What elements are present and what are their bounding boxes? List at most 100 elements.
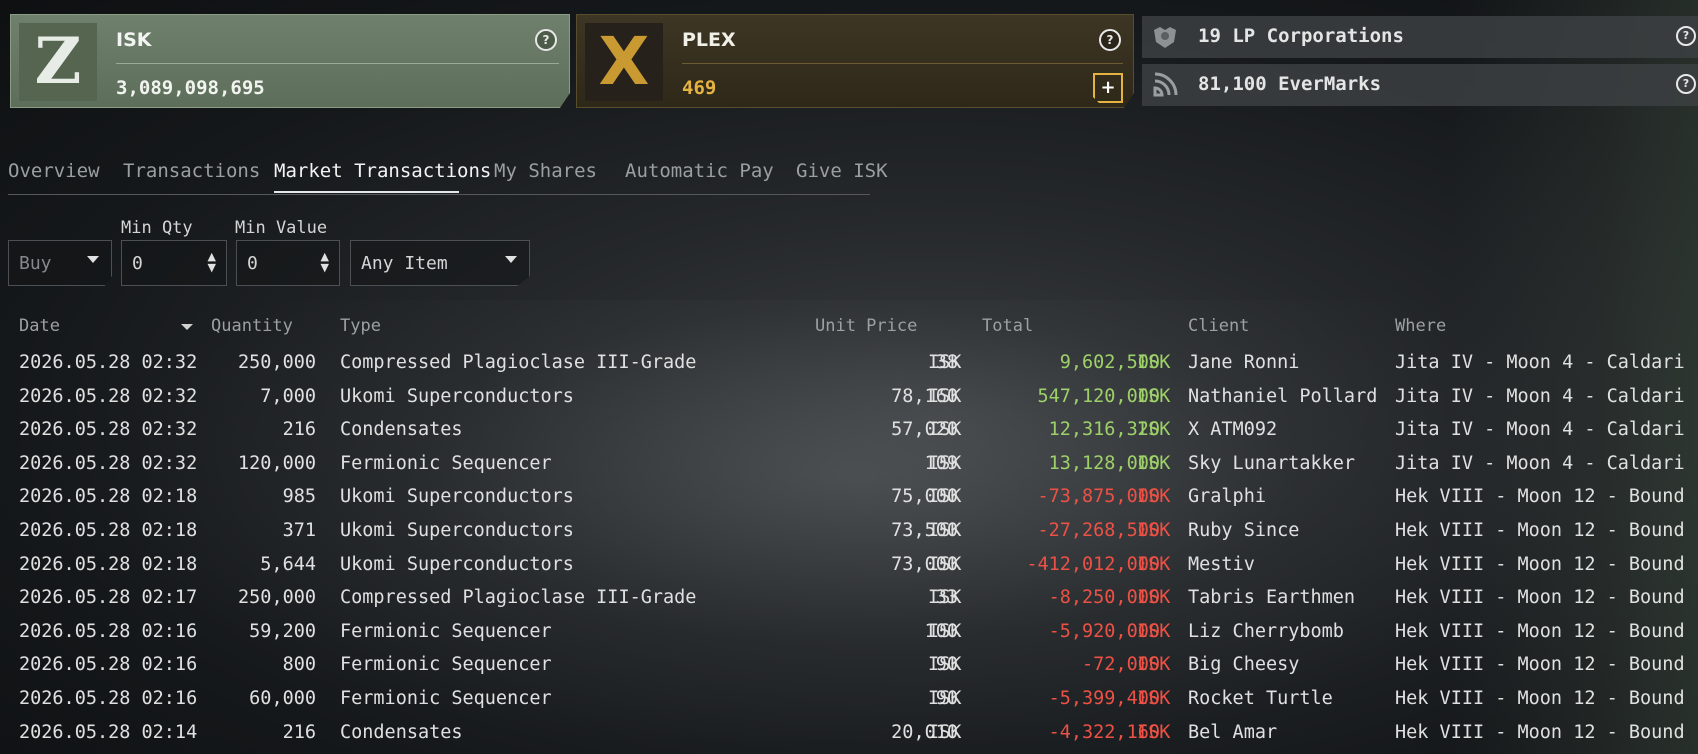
min-qty-label: Min Qty — [121, 218, 193, 238]
row-type: Fermionic Sequencer — [340, 452, 552, 474]
table-row[interactable]: 2026.05.28 02:32 120,000 Fermionic Sequenc… — [0, 449, 1698, 483]
table-row[interactable]: 2026.05.28 02:32 216 Condensates 57,020 ISK 1… — [0, 415, 1698, 449]
row-total-currency: ISK — [1137, 587, 1171, 609]
column-total[interactable]: Total — [982, 316, 1033, 336]
stepper-arrows-icon[interactable]: ▲ ▼ — [321, 251, 329, 273]
row-client: Mestiv — [1188, 553, 1255, 575]
plex-divider — [682, 63, 1123, 64]
row-unit-price-currency: ISK — [928, 352, 962, 373]
row-type: Condensates — [340, 721, 463, 743]
row-unit-price-currency: ISK — [928, 553, 962, 575]
row-quantity: 250,000 — [238, 352, 316, 373]
min-value-label: Min Value — [235, 218, 328, 238]
row-client: Tabris Earthmen — [1188, 587, 1356, 609]
row-date: 2026.05.28 02:32 — [19, 452, 198, 474]
row-unit-price-currency: ISK — [928, 620, 962, 642]
row-unit-price-currency: ISK — [928, 687, 962, 709]
isk-balance: 3,089,098,695 — [116, 77, 265, 99]
row-date: 2026.05.28 02:18 — [19, 553, 198, 575]
row-where: Hek VIII - Moon 12 - Boundles — [1395, 654, 1685, 676]
tab-overview[interactable]: Overview — [8, 160, 100, 182]
row-date: 2026.05.28 02:16 — [19, 687, 198, 709]
row-where: Jita IV - Moon 4 - Caldari Nav — [1395, 452, 1685, 474]
row-date: 2026.05.28 02:32 — [19, 385, 198, 407]
transactions-table-header: Date Quantity Type Unit Price Total Clie… — [0, 316, 1698, 346]
table-row[interactable]: 2026.05.28 02:18 371 Ukomi Superconductors… — [0, 516, 1698, 550]
evermarks-help-icon[interactable]: ? — [1676, 74, 1696, 94]
row-total-currency: ISK — [1137, 620, 1171, 642]
tab-market-transactions[interactable]: Market Transactions — [274, 160, 491, 182]
evermarks-label: 81,100 EverMarks — [1198, 73, 1382, 95]
row-unit-price-currency: ISK — [928, 519, 962, 541]
row-type: Fermionic Sequencer — [340, 654, 552, 676]
row-date: 2026.05.28 02:17 — [19, 587, 198, 609]
table-row[interactable]: 2026.05.28 02:32 7,000 Ukomi Superconducto… — [0, 382, 1698, 416]
row-where: Hek VIII - Moon 12 - Boundles — [1395, 721, 1685, 743]
plex-logo-icon: X — [585, 23, 663, 101]
row-quantity: 7,000 — [260, 385, 316, 407]
column-where[interactable]: Where — [1395, 316, 1446, 336]
table-row[interactable]: 2026.05.28 02:17 250,000 Compressed Plagio… — [0, 583, 1698, 617]
table-row[interactable]: 2026.05.28 02:16 60,000 Fermionic Sequence… — [0, 684, 1698, 718]
column-unit-price[interactable]: Unit Price — [815, 316, 917, 336]
row-where: Jita IV - Moon 4 - Caldari Nav — [1395, 419, 1685, 441]
lp-help-icon[interactable]: ? — [1676, 26, 1696, 46]
isk-label: ISK — [116, 29, 152, 51]
row-quantity: 985 — [282, 486, 316, 508]
plex-balance-panel: X PLEX 469 ? + — [576, 14, 1134, 108]
wallet-tabs: Overview Transactions Market Transaction… — [8, 160, 888, 195]
table-row[interactable]: 2026.05.28 02:18 5,644 Ukomi Superconducto… — [0, 550, 1698, 584]
row-client: Gralphi — [1188, 486, 1266, 508]
buy-sell-dropdown[interactable]: Buy — [8, 240, 112, 286]
active-tab-indicator — [274, 191, 459, 193]
row-unit-price-currency: ISK — [928, 419, 962, 441]
column-date[interactable]: Date — [19, 316, 60, 336]
row-total-currency: ISK — [1137, 519, 1171, 541]
row-quantity: 216 — [282, 721, 316, 743]
column-quantity[interactable]: Quantity — [211, 316, 293, 336]
table-row[interactable]: 2026.05.28 02:32 250,000 Compressed Plagio… — [0, 348, 1698, 382]
row-quantity: 60,000 — [249, 687, 316, 709]
min-qty-stepper[interactable]: 0 ▲ ▼ — [121, 240, 227, 286]
item-type-dropdown[interactable]: Any Item — [350, 240, 530, 286]
row-total-currency: ISK — [1137, 486, 1171, 508]
row-client: Jane Ronni — [1188, 352, 1300, 373]
table-row[interactable]: 2026.05.28 02:16 800 Fermionic Sequencer 90… — [0, 650, 1698, 684]
row-date: 2026.05.28 02:16 — [19, 620, 198, 642]
table-row[interactable]: 2026.05.28 02:14 216 Condensates 20,010 ISK -… — [0, 718, 1698, 752]
row-where: Hek VIII - Moon 12 - Boundles — [1395, 620, 1685, 642]
tab-transactions[interactable]: Transactions — [123, 160, 260, 182]
row-client: Nathaniel Pollard — [1188, 385, 1378, 407]
evermarks-row[interactable]: 81,100 EverMarks ? — [1142, 64, 1698, 106]
lp-corporations-row[interactable]: 19 LP Corporations ? — [1142, 16, 1698, 58]
isk-balance-panel: Z ISK 3,089,098,695 ? — [10, 14, 570, 108]
tab-my-shares[interactable]: My Shares — [494, 160, 597, 182]
isk-help-icon[interactable]: ? — [535, 29, 557, 51]
column-type[interactable]: Type — [340, 316, 381, 336]
tab-give-isk[interactable]: Give ISK — [796, 160, 888, 182]
table-row[interactable]: 2026.05.28 02:16 59,200 Fermionic Sequence… — [0, 617, 1698, 651]
row-where: Jita IV - Moon 4 - Caldari Nav — [1395, 385, 1685, 407]
row-type: Ukomi Superconductors — [340, 519, 574, 541]
stepper-arrows-icon[interactable]: ▲ ▼ — [208, 251, 216, 273]
row-type: Condensates — [340, 419, 463, 441]
column-client[interactable]: Client — [1188, 316, 1249, 336]
evermarks-icon — [1150, 70, 1180, 100]
plex-help-icon[interactable]: ? — [1099, 29, 1121, 51]
row-date: 2026.05.28 02:18 — [19, 519, 198, 541]
row-date: 2026.05.28 02:32 — [19, 419, 198, 441]
transactions-table-body: 2026.05.28 02:32 250,000 Compressed Plagio… — [0, 348, 1698, 751]
row-quantity: 120,000 — [238, 452, 316, 474]
row-where: Hek VIII - Moon 12 - Boundles — [1395, 486, 1685, 508]
row-total-currency: ISK — [1137, 654, 1171, 676]
lp-corporation-icon — [1150, 22, 1180, 52]
tab-automatic-pay[interactable]: Automatic Pay — [625, 160, 774, 182]
row-client: Liz Cherrybomb — [1188, 620, 1344, 642]
table-row[interactable]: 2026.05.28 02:18 985 Ukomi Superconductors… — [0, 482, 1698, 516]
row-total-currency: ISK — [1137, 553, 1171, 575]
sort-descending-icon[interactable] — [181, 324, 193, 330]
row-total-currency: ISK — [1137, 385, 1171, 407]
buy-plex-button[interactable]: + — [1093, 73, 1123, 103]
isk-logo-icon: Z — [19, 23, 97, 101]
min-value-stepper[interactable]: 0 ▲ ▼ — [236, 240, 340, 286]
